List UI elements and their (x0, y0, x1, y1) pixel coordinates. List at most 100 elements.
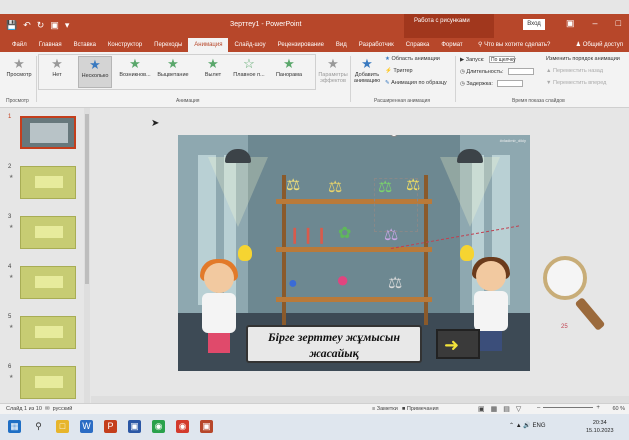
advanced-animation-group-label: Расширенная анимация (374, 98, 431, 104)
tab-1[interactable]: Главная (33, 38, 68, 52)
customize-qat-icon[interactable]: ▾ (65, 20, 70, 31)
signin-button[interactable]: Вход (523, 19, 545, 30)
animation-effect-0[interactable]: ★ Нет (40, 56, 74, 78)
tab-11[interactable]: Формат (435, 38, 468, 52)
network-icon[interactable]: ▲ (516, 423, 522, 429)
tell-me-label: Что вы хотите сделать? (484, 42, 551, 48)
reading-view-icon[interactable]: ▤ (503, 405, 510, 413)
ribbon-separator (350, 56, 351, 102)
ribbon-display-icon[interactable]: ▣ (566, 18, 575, 29)
search-icon[interactable]: ⚲ (32, 420, 45, 433)
slide-sorter-icon[interactable]: ▦ (491, 405, 498, 413)
animation-effect-2[interactable]: ★ Возникнов... (118, 56, 152, 78)
slide-thumbnail[interactable] (20, 116, 76, 149)
chrome-icon[interactable]: ◉ (152, 420, 165, 433)
animation-effect-6[interactable]: ★ Панорама (272, 56, 306, 78)
start-icon: ▶ (460, 56, 465, 63)
word-icon[interactable]: W (80, 420, 93, 433)
trigger-button[interactable]: ⚡ Триггер (385, 68, 413, 74)
powerpoint-icon[interactable]: P (104, 420, 117, 433)
maximize-icon[interactable]: □ (616, 18, 621, 29)
slide-thumbnail[interactable] (20, 216, 76, 249)
animation-painter-label: Анимация по образцу (391, 80, 447, 86)
animation-effect-label: Возникнов... (119, 72, 151, 78)
magnifier-handle (574, 296, 606, 332)
zoom-slider[interactable]: – + (537, 405, 600, 411)
lamp-light-beam (208, 157, 268, 227)
tab-3[interactable]: Конструктор (102, 38, 148, 52)
zoom-percent[interactable]: 60 % (612, 406, 625, 412)
animation-marker-icon: ★ (9, 374, 14, 380)
slide-thumbnail[interactable] (20, 316, 76, 349)
slide-thumbnail[interactable] (20, 166, 76, 199)
notes-button[interactable]: ≡ Заметки (372, 406, 398, 412)
plant-icon: ✿ (338, 225, 352, 242)
girl-skirt (208, 333, 230, 353)
thumbnails-scrollbar[interactable] (84, 108, 90, 403)
clock[interactable]: 20:34 15.10.2023 (586, 419, 614, 435)
save-icon[interactable]: 💾 (6, 20, 17, 31)
tab-8[interactable]: Вид (330, 38, 353, 52)
magnifier-image[interactable] (543, 256, 587, 300)
slide-banner-text[interactable]: Бірге зерттеу жұмысын жасайық (246, 325, 422, 363)
tab-4[interactable]: Переходы (148, 38, 188, 52)
tab-9[interactable]: Разработчик (353, 38, 400, 52)
move-earlier-button[interactable]: ▲ Переместить назад (546, 68, 603, 74)
pinned-app-icon[interactable]: ▣ (200, 420, 213, 433)
language-indicator[interactable]: русский (53, 406, 73, 412)
start-dropdown[interactable]: По щелчку (489, 56, 516, 63)
duration-row: ◷ Длительность: (460, 68, 535, 75)
animation-effect-1[interactable]: ★ Несколько (78, 56, 112, 88)
comments-button[interactable]: ■ Примечания (402, 406, 439, 412)
clock-date: 15.10.2023 (586, 428, 614, 434)
boy-head (476, 261, 506, 291)
redo-icon[interactable]: ↻ (37, 20, 45, 31)
animation-painter-button[interactable]: ✎ Анимация по образцу (385, 80, 447, 86)
tell-me-box[interactable]: ⚲ Что вы хотите сделать? (478, 38, 550, 52)
slide-thumbnail[interactable] (20, 366, 76, 399)
next-arrow-button[interactable]: ➜ (436, 329, 480, 359)
slide-watermark: #vladimir_dikiy (499, 138, 526, 143)
file-explorer-icon[interactable]: □ (56, 420, 69, 433)
tab-0[interactable]: Файл (6, 38, 33, 52)
tray-chevron-icon[interactable]: ⌃ (509, 423, 514, 429)
tab-5[interactable]: Анимация (188, 38, 229, 52)
windows-start-icon[interactable]: ▦ (8, 420, 21, 433)
zoom-track[interactable] (543, 406, 594, 408)
canvas-horizontal-scrollbar[interactable] (91, 396, 629, 403)
app-icon[interactable]: ▣ (128, 420, 141, 433)
tab-2[interactable]: Вставка (68, 38, 102, 52)
share-button[interactable]: ♟ Общий доступ (576, 38, 623, 52)
delay-input[interactable] (497, 80, 524, 87)
volume-icon[interactable]: 🔊 (523, 423, 530, 429)
animation-effect-5[interactable]: ☆ Плавное п... (232, 56, 266, 78)
animation-star-icon: ★ (129, 56, 141, 71)
slide-number: 3 (8, 214, 12, 220)
comments-label: Примечания (406, 406, 439, 412)
tab-6[interactable]: Слайд-шоу (228, 38, 271, 52)
animation-pane-button[interactable]: ★ Область анимации (385, 56, 440, 62)
normal-view-icon[interactable]: ▣ (478, 405, 485, 413)
add-animation-button[interactable]: ★ Добавить анимацию (352, 56, 382, 84)
thumbnail-content (35, 326, 63, 338)
animation-effect-3[interactable]: ★ Выцветание (156, 56, 190, 78)
thumbnails-scroll-knob[interactable] (85, 114, 89, 284)
selected-picture-frame[interactable] (374, 178, 418, 232)
animation-effect-4[interactable]: ★ Вылет (196, 56, 230, 78)
ribbon-separator (36, 56, 37, 102)
slide[interactable]: ⚖ ⚖ ⚖ ⚖ ❙❙❙ ✿ ⚖ ● ● ⚖ Бірге зерттеу жұмы… (178, 135, 530, 371)
undo-icon[interactable]: ↶ (23, 20, 31, 31)
yandex-icon[interactable]: ◉ (176, 420, 189, 433)
keyboard-lang[interactable]: ENG (532, 423, 545, 429)
spellcheck-icon[interactable]: ✉ (45, 406, 50, 412)
tab-10[interactable]: Справка (400, 38, 436, 52)
preview-button[interactable]: ★ Просмотр (2, 56, 36, 78)
duration-input[interactable] (508, 68, 535, 75)
minimize-icon[interactable]: – (593, 18, 598, 29)
slide-thumbnail[interactable] (20, 266, 76, 299)
move-later-button[interactable]: ▼ Переместить вперед (546, 80, 606, 86)
effect-options-button[interactable]: ★ Параметры эффектов (316, 56, 350, 84)
tab-7[interactable]: Рецензирование (272, 38, 330, 52)
slideshow-view-icon[interactable]: ▽ (516, 405, 521, 413)
start-slideshow-icon[interactable]: ▣ (50, 20, 59, 31)
